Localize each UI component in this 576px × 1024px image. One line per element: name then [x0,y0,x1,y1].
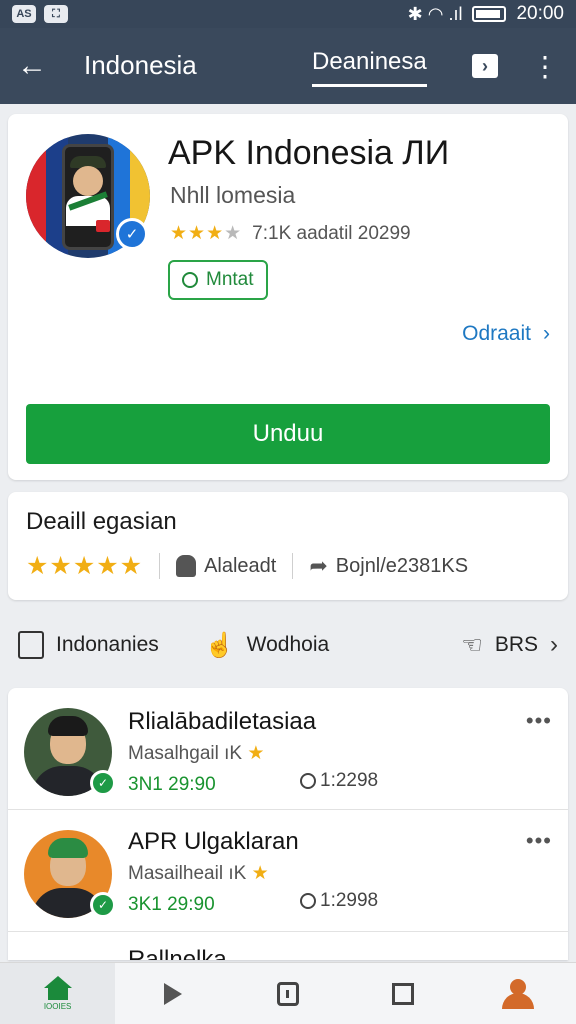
nav-home[interactable]: IOOIES [0,963,116,1024]
content-chip[interactable]: Mntat [168,260,268,300]
signal-icons: ✱ ◠ .ıl [407,3,463,24]
nav-play[interactable] [115,963,230,1024]
item-date: 3Ν1 29:90 [128,774,216,795]
item-comments: 1:2298 [300,770,378,792]
rating-stars-large: ★★★★★ [26,552,144,580]
list-item-peek: Rallnelka [128,946,227,960]
rating-stars: ★★★★ [170,223,243,244]
verified-check-icon: ✓ [90,770,116,796]
tab-label: Indonanies [56,633,159,656]
status-time: 20:00 [516,3,564,24]
item-title: Rlialābadiletasiaa [128,708,317,735]
tab-label: BRS [494,633,538,656]
more-vert-icon[interactable]: ⋮ [530,48,560,84]
item-comments: 1:2998 [300,890,378,912]
app-header-card: ✓ APK Indonesia ЛИ Nhll lomesia ★★★★ 7:1… [8,114,568,480]
divider [292,553,294,579]
chevron-right-icon: › [550,631,558,658]
install-button[interactable]: Unduu [26,404,550,464]
app-meta: ★★★★ 7:1K aadatil 20299 [170,222,411,245]
nav-apps[interactable] [346,963,461,1024]
stat-label-2: Bojnl/e2381KS [335,554,469,577]
gesture-icon: ☜ [461,631,483,659]
stat-label-1: Alaleadt [204,554,277,577]
chat-icon [182,272,198,288]
more-horiz-icon[interactable]: ••• [526,708,552,734]
bottom-nav: IOOIES [0,962,576,1024]
tab-brs[interactable]: ☜ BRS › [461,631,558,660]
details-link[interactable]: Odraait › [462,322,550,346]
tab-active[interactable]: Deaninesa [312,48,427,87]
document-icon [18,631,44,659]
rating-row: ★★★★★ Alaleadt ➦ Bojnl/e2381KS [26,550,550,582]
lock-icon [176,555,197,577]
battery-icon [472,6,507,22]
play-icon [163,982,182,1005]
notification-icon: AS [12,5,36,23]
comment-icon [300,893,316,909]
app-bar: ← Indonesia Deaninesa › ⋮ [0,28,576,104]
details-label: Odraait [462,322,531,345]
developer-name[interactable]: Nhll lomesia [170,182,295,209]
rating-title: Deaill egasian [26,508,177,535]
screenshot-icon: ⛶ [44,5,68,23]
app-title: Indonesia [84,50,197,80]
comment-count: 1:2998 [320,890,379,911]
review-list: ✓ Rlialābadiletasiaa Masalhgail ıK ★ 3Ν1… [8,688,568,960]
back-arrow-icon[interactable]: ← [14,48,50,84]
share-icon: ➦ [309,553,328,578]
item-subtitle: Masailheail ıK ★ [128,863,269,884]
next-icon[interactable]: › [472,54,498,78]
comment-icon [300,773,316,789]
app-title-main: APK Indonesia ЛИ [168,134,450,172]
more-horiz-icon[interactable]: ••• [526,828,552,854]
verified-icon: ✓ [116,218,148,250]
profile-icon [501,978,535,1009]
list-item[interactable]: ✓ APR Ulgaklaran Masailheail ıK ★ 3Κ1 29… [8,810,568,932]
item-date: 3Κ1 29:90 [128,894,215,915]
chevron-right-icon: › [543,322,550,345]
chip-label: Mntat [206,269,254,290]
comment-count: 1:2298 [320,770,379,791]
item-subtitle: Masalhgail ıK ★ [128,743,265,764]
book-icon [277,981,299,1006]
item-title: APR Ulgaklaran [128,828,299,855]
verified-check-icon: ✓ [90,892,116,918]
square-icon [392,982,415,1005]
nav-profile[interactable] [461,963,576,1024]
tab-indonanies[interactable]: Indonanies [18,631,159,659]
list-item[interactable]: ✓ Rlialābadiletasiaa Masalhgail ıK ★ 3Ν1… [8,688,568,810]
rating-card: Deaill egasian ★★★★★ Alaleadt ➦ Bojnl/e2… [8,492,568,600]
section-tabs: Indonanies ☝ Wodhoia ☜ BRS › [0,610,576,680]
nav-home-label: IOOIES [43,1002,72,1011]
tab-label: Wodhoia [246,633,330,656]
divider [159,553,161,579]
home-icon [43,976,72,1000]
meta-text: 7:1K aadatil 20299 [252,222,411,244]
tab-wodhoia[interactable]: ☝ Wodhoia [205,631,329,660]
hand-icon: ☝ [204,631,235,659]
status-bar: AS ⛶ ✱ ◠ .ıl 20:00 [0,0,576,28]
nav-library[interactable] [230,963,345,1024]
